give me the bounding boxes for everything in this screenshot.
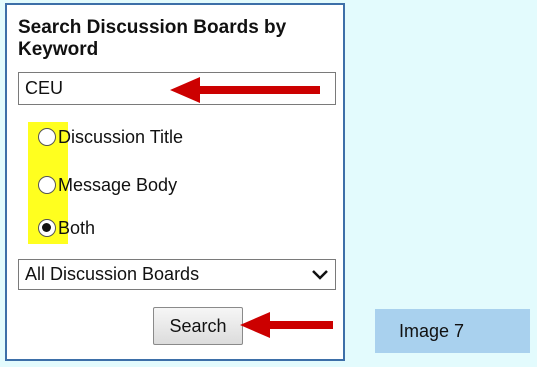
search-button[interactable]: Search (153, 307, 243, 345)
search-heading: Search Discussion Boards by Keyword (18, 17, 287, 60)
radio-message-body[interactable] (38, 176, 56, 194)
caption-text: Image 7 (399, 320, 465, 341)
option-label: Discussion Title (58, 126, 184, 147)
option-label: Both (58, 217, 96, 238)
search-panel: Search Discussion Boards by Keyword Disc… (5, 3, 345, 361)
radio-both[interactable] (38, 219, 56, 237)
select-value: All Discussion Boards (25, 264, 200, 284)
option-label: Message Body (58, 174, 178, 195)
option-message-body[interactable]: Message Body (38, 171, 177, 199)
red-arrow-icon (170, 77, 320, 103)
board-scope-select[interactable]: All Discussion Boards (18, 259, 336, 290)
option-both[interactable]: Both (38, 214, 95, 242)
option-discussion-title[interactable]: Discussion Title (38, 123, 183, 151)
red-arrow-icon (240, 312, 333, 338)
radio-discussion-title[interactable] (38, 128, 56, 146)
chevron-down-icon (312, 269, 328, 280)
caption-box: Image 7 (375, 309, 530, 353)
